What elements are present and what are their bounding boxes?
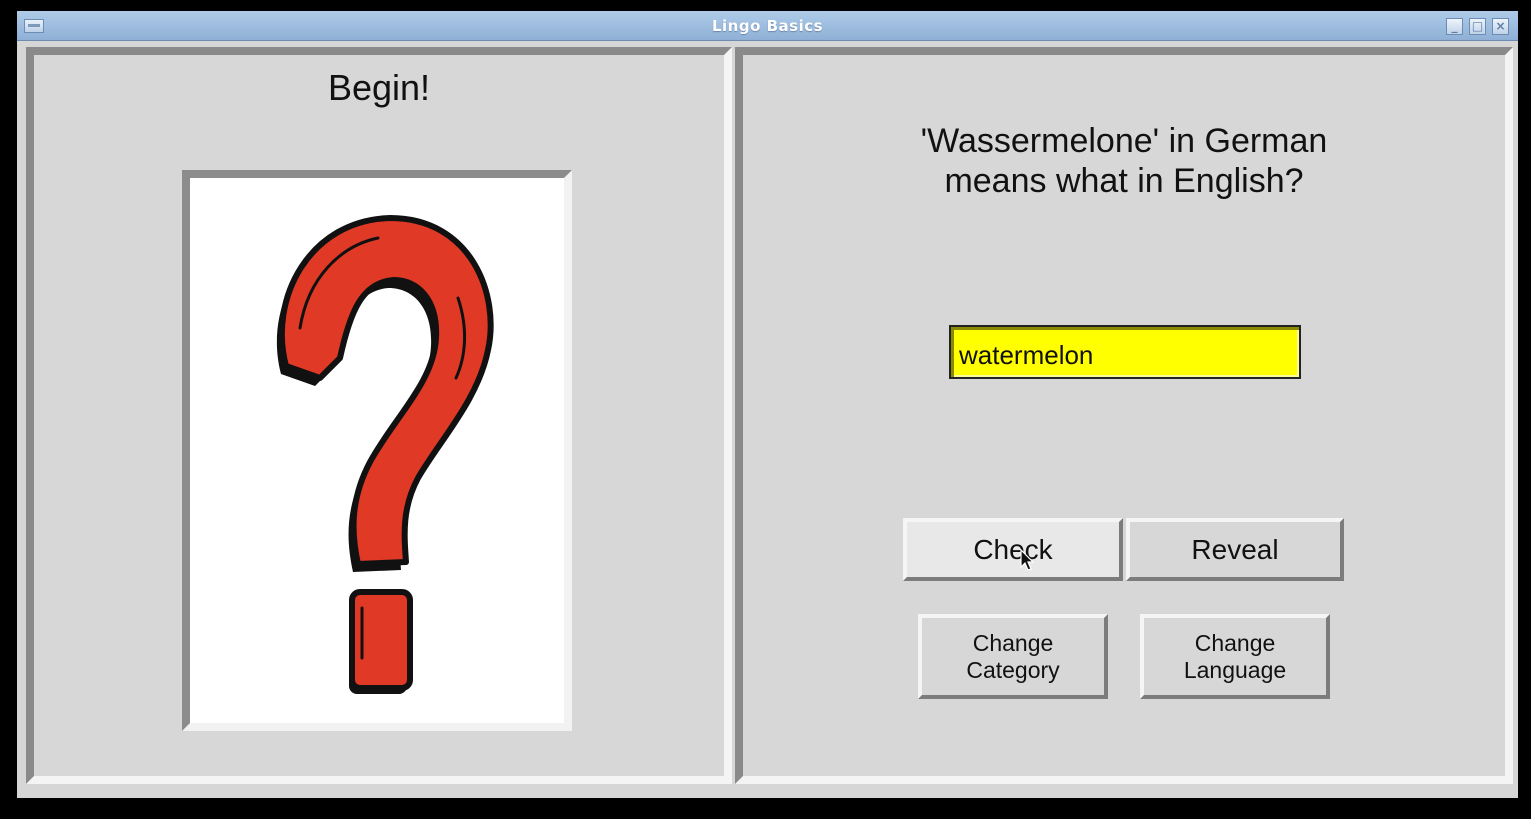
mouse-cursor-icon [1020,549,1035,571]
reveal-button[interactable]: Reveal [1126,518,1344,581]
question-line-2: means what in English? [944,162,1304,200]
window-title: Lingo Basics [711,17,824,35]
question-line-1: 'Wassermelone' in German [920,122,1328,160]
change-category-label-1: Change [972,629,1054,656]
check-button[interactable]: Check [903,518,1123,581]
begin-heading: Begin! [327,67,431,108]
change-language-label-1: Change [1194,629,1276,656]
close-icon[interactable]: × [1492,18,1509,35]
app-window: Lingo Basics _ □ × Begin! 'Wassermelone'… [17,11,1518,798]
question-mark-icon [276,215,494,694]
question-text: 'Wassermelone' in German means what in E… [743,121,1505,201]
maximize-icon[interactable]: □ [1469,18,1486,35]
minimize-icon[interactable]: _ [1446,18,1463,35]
quiz-panel: 'Wassermelone' in German means what in E… [735,47,1513,784]
change-category-label-2: Category [966,656,1060,683]
answer-input[interactable] [949,325,1301,379]
change-category-button[interactable]: Change Category [918,614,1108,699]
image-panel: Begin! [26,47,732,784]
flashcard-image [182,170,572,731]
change-language-button[interactable]: Change Language [1140,614,1330,699]
change-language-label-2: Language [1183,656,1287,683]
title-bar[interactable]: Lingo Basics _ □ × [17,11,1518,41]
